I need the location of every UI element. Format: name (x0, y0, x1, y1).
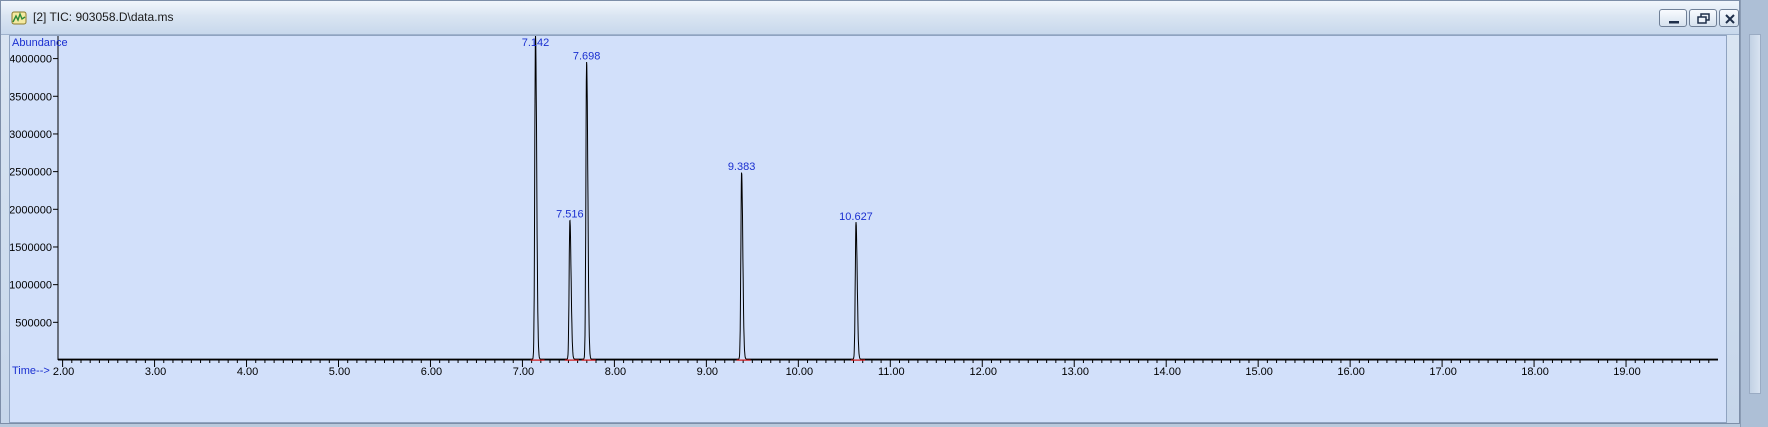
peak-label: 7.142 (522, 37, 550, 49)
x-tick-label: 4.00 (237, 366, 258, 378)
x-tick-label: 10.00 (786, 366, 814, 378)
x-tick-label: 7.00 (513, 366, 534, 378)
x-tick-label: 5.00 (329, 366, 350, 378)
peak-label: 9.383 (728, 161, 756, 173)
window-title: [2] TIC: 903058.D\data.ms (33, 10, 174, 24)
chromatogram-plot-area[interactable]: Abundance Time--> 500000 1000000 1500000 2000… (9, 35, 1727, 423)
x-axis-label: Time--> (12, 365, 50, 377)
window-edge (1740, 0, 1768, 427)
peak-label: 10.627 (839, 211, 873, 223)
tic-trace-line (58, 36, 1719, 360)
x-tick-label: 11.00 (878, 366, 905, 378)
x-tick-label: 6.00 (421, 366, 442, 378)
peak-label: 7.698 (573, 50, 601, 62)
y-tick-label: 3500000 (10, 91, 52, 103)
x-tick-label: 13.00 (1061, 366, 1089, 378)
x-tick-label: 2.00 (53, 366, 74, 378)
y-tick-label: 2500000 (10, 167, 52, 179)
close-button[interactable] (1719, 9, 1739, 27)
title-bar[interactable]: [2] TIC: 903058.D\data.ms (1, 1, 1739, 35)
y-tick-label: 1000000 (10, 280, 52, 292)
x-tick-label: 16.00 (1337, 366, 1365, 378)
x-tick-label: 8.00 (605, 366, 626, 378)
y-tick-label: 500000 (15, 317, 52, 329)
x-tick-label: 12.00 (970, 366, 998, 378)
y-axis-label: Abundance (12, 37, 68, 49)
chromatogram-window: [2] TIC: 903058.D\data.ms Abundance Time… (0, 0, 1740, 424)
x-tick-label: 9.00 (697, 366, 718, 378)
x-tick-label: 14.00 (1153, 366, 1181, 378)
chromatogram-app-icon (11, 10, 27, 26)
restore-button[interactable] (1689, 9, 1717, 27)
x-tick-label: 19.00 (1613, 366, 1641, 378)
y-tick-label: 2000000 (10, 204, 52, 216)
y-tick-label: 4000000 (10, 54, 52, 66)
y-tick-label: 3000000 (10, 129, 52, 141)
vertical-scrollbar[interactable] (1749, 34, 1761, 394)
peak-label: 7.516 (556, 209, 584, 221)
x-tick-label: 17.00 (1429, 366, 1457, 378)
x-tick-label: 15.00 (1245, 366, 1273, 378)
minimize-button[interactable] (1659, 9, 1687, 27)
x-tick-label: 18.00 (1521, 366, 1549, 378)
chromatogram-chart: Abundance Time--> 500000 1000000 1500000 2000… (10, 36, 1719, 378)
y-tick-label: 1500000 (10, 242, 52, 254)
x-tick-label: 3.00 (145, 366, 166, 378)
